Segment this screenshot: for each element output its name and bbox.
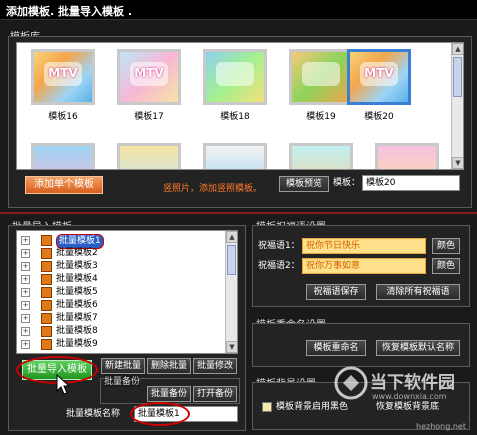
delete-batch-button[interactable]: 删除批量 bbox=[147, 358, 191, 374]
thumb-16-mtv-text: MTV bbox=[44, 62, 82, 86]
template-preview-button[interactable]: 模板预览 bbox=[279, 176, 329, 192]
backup-group-label: 批量备份 bbox=[104, 374, 141, 387]
template-thumb-24[interactable] bbox=[289, 143, 353, 169]
scroll-up-arrow-icon[interactable]: ▲ bbox=[226, 231, 237, 243]
scrollbar-thumb[interactable] bbox=[453, 57, 462, 97]
expand-plus-icon[interactable]: + bbox=[21, 275, 30, 284]
watermark-url: www.downxia.com bbox=[372, 392, 447, 401]
batch-template-tree[interactable]: + 批量模板1 + 批量模板2 + 批量模板3 + 批量模板4 + 批量模板5 + 批量模板… bbox=[16, 230, 238, 354]
template-library[interactable]: MTV 模板16 MTV 模板17 模板18 模板19 MTV 模板20 ▲ ▼ bbox=[16, 42, 464, 170]
tree-item[interactable]: + 批量模板3 bbox=[21, 260, 221, 273]
tree-item[interactable]: + 批量模板9 bbox=[21, 338, 221, 351]
portrait-hint-text: 竖照片，添加竖照模板。 bbox=[163, 184, 263, 194]
template-rename-button[interactable]: 模板重命名 bbox=[306, 340, 366, 356]
book-icon bbox=[41, 339, 52, 350]
expand-plus-icon[interactable]: + bbox=[21, 340, 30, 349]
tree-item-label: 批量模板8 bbox=[56, 326, 98, 336]
expand-plus-icon[interactable]: + bbox=[21, 236, 30, 245]
book-icon bbox=[41, 261, 52, 272]
thumb-20-mtv-text: MTV bbox=[360, 62, 398, 86]
highlight-ring bbox=[130, 402, 190, 426]
template-thumb-19[interactable] bbox=[289, 49, 353, 105]
thumb-19-mtv-text bbox=[302, 62, 340, 86]
open-backup-button[interactable]: 打开备份 bbox=[193, 386, 237, 402]
restore-default-names-button[interactable]: 恢复模板默认名称 bbox=[376, 340, 460, 356]
library-scrollbar[interactable]: ▲ ▼ bbox=[451, 43, 463, 169]
tree-item[interactable]: + 批量模板8 bbox=[21, 325, 221, 338]
section-divider bbox=[0, 212, 477, 214]
template-thumb-18[interactable] bbox=[203, 49, 267, 105]
template-name-label: 模板： bbox=[333, 178, 361, 188]
scroll-down-arrow-icon[interactable]: ▼ bbox=[452, 157, 463, 169]
template-thumb-20-label: 模板20 bbox=[364, 112, 394, 122]
greeting-2-field[interactable]: 祝你万事如意 bbox=[302, 258, 426, 274]
template-thumb-17[interactable]: MTV bbox=[117, 49, 181, 105]
expand-plus-icon[interactable]: + bbox=[21, 288, 30, 297]
template-thumb-18-label: 模板18 bbox=[220, 112, 250, 122]
template-thumb-16-label: 模板16 bbox=[48, 112, 78, 122]
expand-plus-icon[interactable]: + bbox=[21, 249, 30, 258]
tree-item[interactable]: + 批量模板4 bbox=[21, 273, 221, 286]
book-icon bbox=[41, 274, 52, 285]
greeting-2-color-button[interactable]: 颜色 bbox=[432, 258, 460, 274]
tree-item-label: 批量模板2 bbox=[56, 248, 98, 258]
watermark-site: hezhong.net bbox=[416, 422, 466, 431]
tree-item[interactable]: + 批量模板6 bbox=[21, 299, 221, 312]
modify-batch-button[interactable]: 批量修改 bbox=[193, 358, 237, 374]
greeting-2-label: 祝福语2： bbox=[258, 261, 300, 271]
tree-item[interactable]: + 批量模板7 bbox=[21, 312, 221, 325]
tree-item-label: 批量模板3 bbox=[56, 261, 98, 271]
expand-plus-icon[interactable]: + bbox=[21, 314, 30, 323]
greeting-1-color-button[interactable]: 颜色 bbox=[432, 238, 460, 254]
expand-plus-icon[interactable]: + bbox=[21, 262, 30, 271]
add-single-template-button[interactable]: 添加单个模板 bbox=[25, 176, 103, 194]
greeting-1-label: 祝福语1： bbox=[258, 241, 300, 251]
black-background-label: 模板背景启用黑色 bbox=[276, 402, 349, 412]
tree-item[interactable]: + 批量模板5 bbox=[21, 286, 221, 299]
template-name-field[interactable]: 模板20 bbox=[362, 175, 460, 191]
tree-scrollbar[interactable]: ▲ ▼ bbox=[225, 231, 237, 353]
black-background-checkbox[interactable] bbox=[262, 402, 272, 412]
expand-plus-icon[interactable]: + bbox=[21, 301, 30, 310]
tree-item-label: 批量模板5 bbox=[56, 287, 98, 297]
book-icon bbox=[41, 235, 52, 246]
book-icon bbox=[41, 287, 52, 298]
batch-backup-button[interactable]: 批量备份 bbox=[147, 386, 191, 402]
template-thumb-22[interactable] bbox=[117, 143, 181, 169]
book-icon bbox=[41, 248, 52, 259]
book-icon bbox=[41, 326, 52, 337]
tree-item-label: 批量模板9 bbox=[56, 339, 98, 349]
new-batch-button[interactable]: 新建批量 bbox=[101, 358, 145, 374]
greeting-save-button[interactable]: 祝福语保存 bbox=[306, 284, 366, 300]
book-icon bbox=[41, 313, 52, 324]
scroll-down-arrow-icon[interactable]: ▼ bbox=[226, 341, 237, 353]
template-thumb-23[interactable] bbox=[203, 143, 267, 169]
tree-item[interactable]: + 批量模板1 bbox=[21, 234, 221, 249]
template-thumb-16[interactable]: MTV bbox=[31, 49, 95, 105]
window-title: 添加模板. 批量导入模板 . bbox=[0, 0, 477, 20]
clear-greetings-button[interactable]: 清除所有祝福语 bbox=[376, 284, 460, 300]
template-thumb-21[interactable] bbox=[31, 143, 95, 169]
greeting-1-field[interactable]: 祝你节日快乐 bbox=[302, 238, 426, 254]
book-icon bbox=[41, 300, 52, 311]
thumb-18-mtv-text bbox=[216, 62, 254, 86]
template-thumb-25[interactable] bbox=[375, 143, 439, 169]
mouse-cursor-icon bbox=[56, 374, 71, 395]
thumb-17-mtv-text: MTV bbox=[130, 62, 168, 86]
restore-background-text[interactable]: 恢复模板背景底 bbox=[376, 399, 439, 415]
scroll-up-arrow-icon[interactable]: ▲ bbox=[452, 43, 463, 55]
watermark-title: 当下软件园 bbox=[370, 373, 455, 393]
template-thumb-17-label: 模板17 bbox=[134, 112, 164, 122]
expand-plus-icon[interactable]: + bbox=[21, 327, 30, 336]
tree-item-label: 批量模板4 bbox=[56, 274, 98, 284]
scrollbar-thumb[interactable] bbox=[227, 245, 236, 275]
tree-item-label: 批量模板7 bbox=[56, 313, 98, 323]
tree-item-label: 批量模板6 bbox=[56, 300, 98, 310]
template-thumb-20[interactable]: MTV bbox=[347, 49, 411, 105]
watermark-logo-icon bbox=[334, 366, 368, 400]
batch-name-label: 批量模板名称 bbox=[66, 409, 121, 419]
tree-item[interactable]: + 批量模板2 bbox=[21, 247, 221, 260]
